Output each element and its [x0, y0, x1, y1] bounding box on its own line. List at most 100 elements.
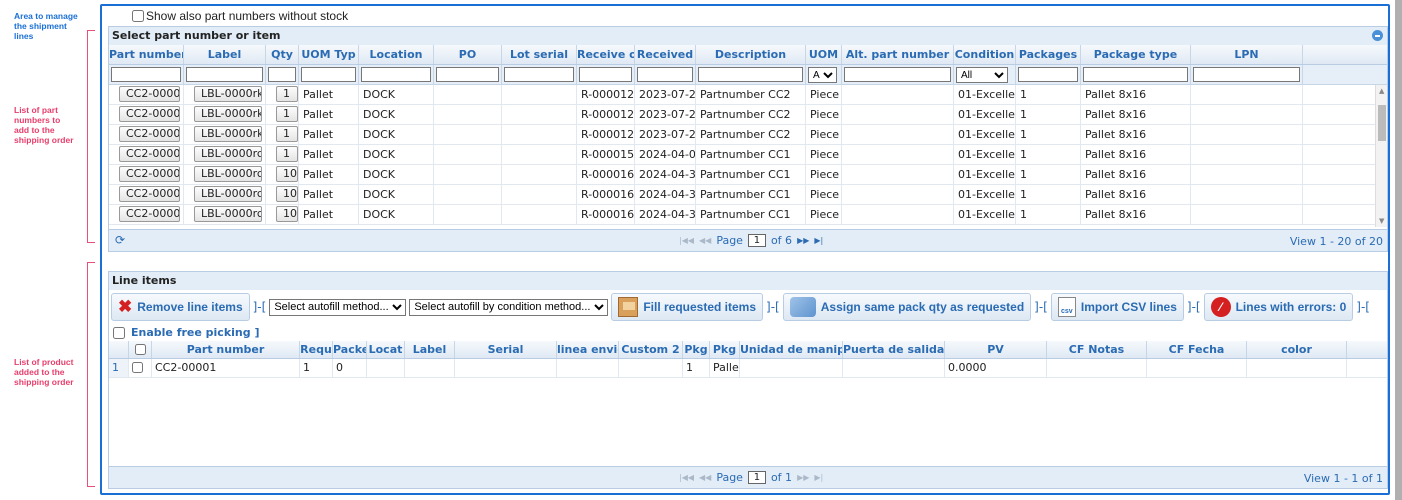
filter-input[interactable]	[1018, 67, 1078, 82]
qty-button[interactable]: 10	[276, 166, 298, 182]
column-header[interactable]: Location	[359, 45, 434, 64]
column-header[interactable]: Packe	[333, 341, 367, 358]
part-number-button[interactable]: CC2-00001	[119, 166, 180, 182]
uom-filter-select[interactable]: A	[808, 67, 837, 83]
window-scrollbar[interactable]	[1395, 0, 1402, 500]
part-number-button[interactable]: CC2-00002	[119, 126, 180, 142]
filter-input[interactable]	[111, 67, 181, 82]
column-header[interactable]: UOM	[806, 45, 842, 64]
first-page-icon[interactable]: |◀◀	[679, 473, 694, 482]
qty-button[interactable]: 1	[276, 86, 298, 102]
refresh-icon[interactable]: ⟳	[115, 233, 125, 247]
column-header[interactable]: Condition	[954, 45, 1016, 64]
table-row[interactable]: CC2-00002LBL-0000rkmq1PalletDOCKR-000012…	[109, 125, 1387, 145]
filter-input[interactable]	[436, 67, 499, 82]
filter-input[interactable]	[579, 67, 632, 82]
column-header[interactable]: Puerta de salida	[843, 341, 945, 358]
column-header[interactable]: Custom 2	[619, 341, 683, 358]
fill-requested-button[interactable]: Fill requested items	[611, 293, 764, 321]
column-header[interactable]: Alt. part number	[842, 45, 954, 64]
collapse-icon[interactable]	[1372, 30, 1383, 41]
column-header[interactable]: linea envic	[557, 341, 619, 358]
show-without-stock-option[interactable]: Show also part numbers without stock	[132, 9, 348, 23]
part-number-button[interactable]: CC2-00002	[119, 86, 180, 102]
column-header[interactable]: Pkg	[683, 341, 710, 358]
table-row[interactable]: 1CC2-00001101Pallet0.0000	[109, 359, 1387, 378]
autofill-condition-select[interactable]: Select autofill by condition method...	[409, 298, 609, 316]
label-button[interactable]: LBL-0000rkmp	[194, 106, 262, 122]
column-header[interactable]: PV	[945, 341, 1047, 358]
column-header[interactable]: Receive o	[577, 45, 635, 64]
qty-button[interactable]: 10	[276, 206, 298, 222]
column-header[interactable]: Qty	[266, 45, 299, 64]
free-picking-option[interactable]: Enable free picking ]	[109, 324, 1387, 341]
column-header[interactable]: Locat	[367, 341, 405, 358]
column-header[interactable]: Package type	[1081, 45, 1191, 64]
row-checkbox[interactable]	[132, 362, 143, 373]
qty-button[interactable]: 1	[276, 106, 298, 122]
column-header[interactable]: Label	[405, 341, 455, 358]
page-input[interactable]: 1	[747, 471, 766, 484]
column-header[interactable]: color	[1247, 341, 1347, 358]
grid-scrollbar[interactable]: ▲ ▼	[1375, 85, 1387, 227]
label-button[interactable]: LBL-0000rcba	[194, 146, 262, 162]
part-number-button[interactable]: CC2-00002	[119, 106, 180, 122]
part-number-button[interactable]: CC2-00001	[119, 206, 180, 222]
column-header[interactable]: Received	[635, 45, 696, 64]
column-header[interactable]: UOM Typ	[299, 45, 359, 64]
next-page-icon[interactable]: ▶▶	[797, 236, 809, 245]
last-page-icon[interactable]: ▶|	[814, 473, 823, 482]
first-page-icon[interactable]: |◀◀	[679, 236, 694, 245]
column-header[interactable]: Label	[184, 45, 266, 64]
filter-input[interactable]	[637, 67, 693, 82]
label-button[interactable]: LBL-0000rcdb	[194, 206, 262, 222]
column-header[interactable]: Part number	[152, 341, 300, 358]
filter-input[interactable]	[186, 67, 263, 82]
label-button[interactable]: LBL-0000rcdy	[194, 186, 262, 202]
column-header[interactable]: CF Notas	[1047, 341, 1147, 358]
column-header[interactable]: Pkg	[710, 341, 740, 358]
table-row[interactable]: CC2-00001 LBL-0000rcdb 10PalletDOCK R-00001…	[109, 205, 1387, 225]
filter-input[interactable]	[698, 67, 803, 82]
table-row[interactable]: CC2-00002LBL-0000rkmp1PalletDOCKR-000012…	[109, 105, 1387, 125]
page-input[interactable]: 1	[747, 234, 766, 247]
column-header[interactable]	[109, 341, 129, 358]
qty-button[interactable]: 10	[276, 186, 298, 202]
column-header[interactable]	[129, 341, 152, 358]
filter-input[interactable]	[361, 67, 431, 82]
condition-filter-select[interactable]: All	[956, 67, 1008, 83]
filter-input[interactable]	[844, 67, 951, 82]
lpn-filter-input[interactable]	[1193, 67, 1300, 82]
column-header[interactable]: Requ	[300, 341, 333, 358]
qty-button[interactable]: 1	[276, 126, 298, 142]
label-button[interactable]: LBL-0000rcn9	[194, 166, 262, 182]
column-header[interactable]: CF Fecha	[1147, 341, 1247, 358]
show-without-stock-checkbox[interactable]	[132, 10, 144, 22]
table-row[interactable]: CC2-00001LBL-0000rcba1PalletDOCKR-000015…	[109, 145, 1387, 165]
column-header[interactable]: Serial	[455, 341, 557, 358]
label-button[interactable]: LBL-0000rkmq	[194, 126, 262, 142]
filter-input[interactable]	[1083, 67, 1188, 82]
filter-input[interactable]	[504, 67, 574, 82]
column-header[interactable]: Unidad de manipu	[740, 341, 843, 358]
select-all-checkbox[interactable]	[134, 344, 146, 355]
table-row[interactable]: CC2-00002LBL-0000rkmo1PalletDOCKR-000012…	[109, 85, 1387, 105]
part-number-button[interactable]: CC2-00001	[119, 186, 180, 202]
remove-line-items-button[interactable]: ✖ Remove line items	[111, 293, 250, 321]
label-button[interactable]: LBL-0000rkmo	[194, 86, 262, 102]
column-header[interactable]: Packages	[1016, 45, 1081, 64]
filter-input[interactable]	[301, 67, 356, 82]
import-csv-button[interactable]: csv Import CSV lines	[1050, 293, 1184, 321]
free-picking-checkbox[interactable]	[113, 326, 125, 339]
autofill-method-select[interactable]: Select autofill method...	[269, 298, 407, 316]
table-row[interactable]: CC2-00001 LBL-0000rcdy 10PalletDOCK R-00001…	[109, 185, 1387, 205]
prev-page-icon[interactable]: ◀◀	[699, 473, 711, 482]
column-header[interactable]: LPN	[1191, 45, 1303, 64]
table-row[interactable]: CC2-00001 LBL-0000rcn9 10PalletDOCK R-00001…	[109, 165, 1387, 185]
lines-with-errors-button[interactable]: ⁄ Lines with errors: 0	[1203, 293, 1354, 321]
column-header[interactable]: Description	[696, 45, 806, 64]
column-header[interactable]: Part number	[109, 45, 184, 64]
column-header[interactable]: Lot serial	[502, 45, 577, 64]
column-header[interactable]: PO	[434, 45, 502, 64]
filter-input[interactable]	[268, 67, 296, 82]
